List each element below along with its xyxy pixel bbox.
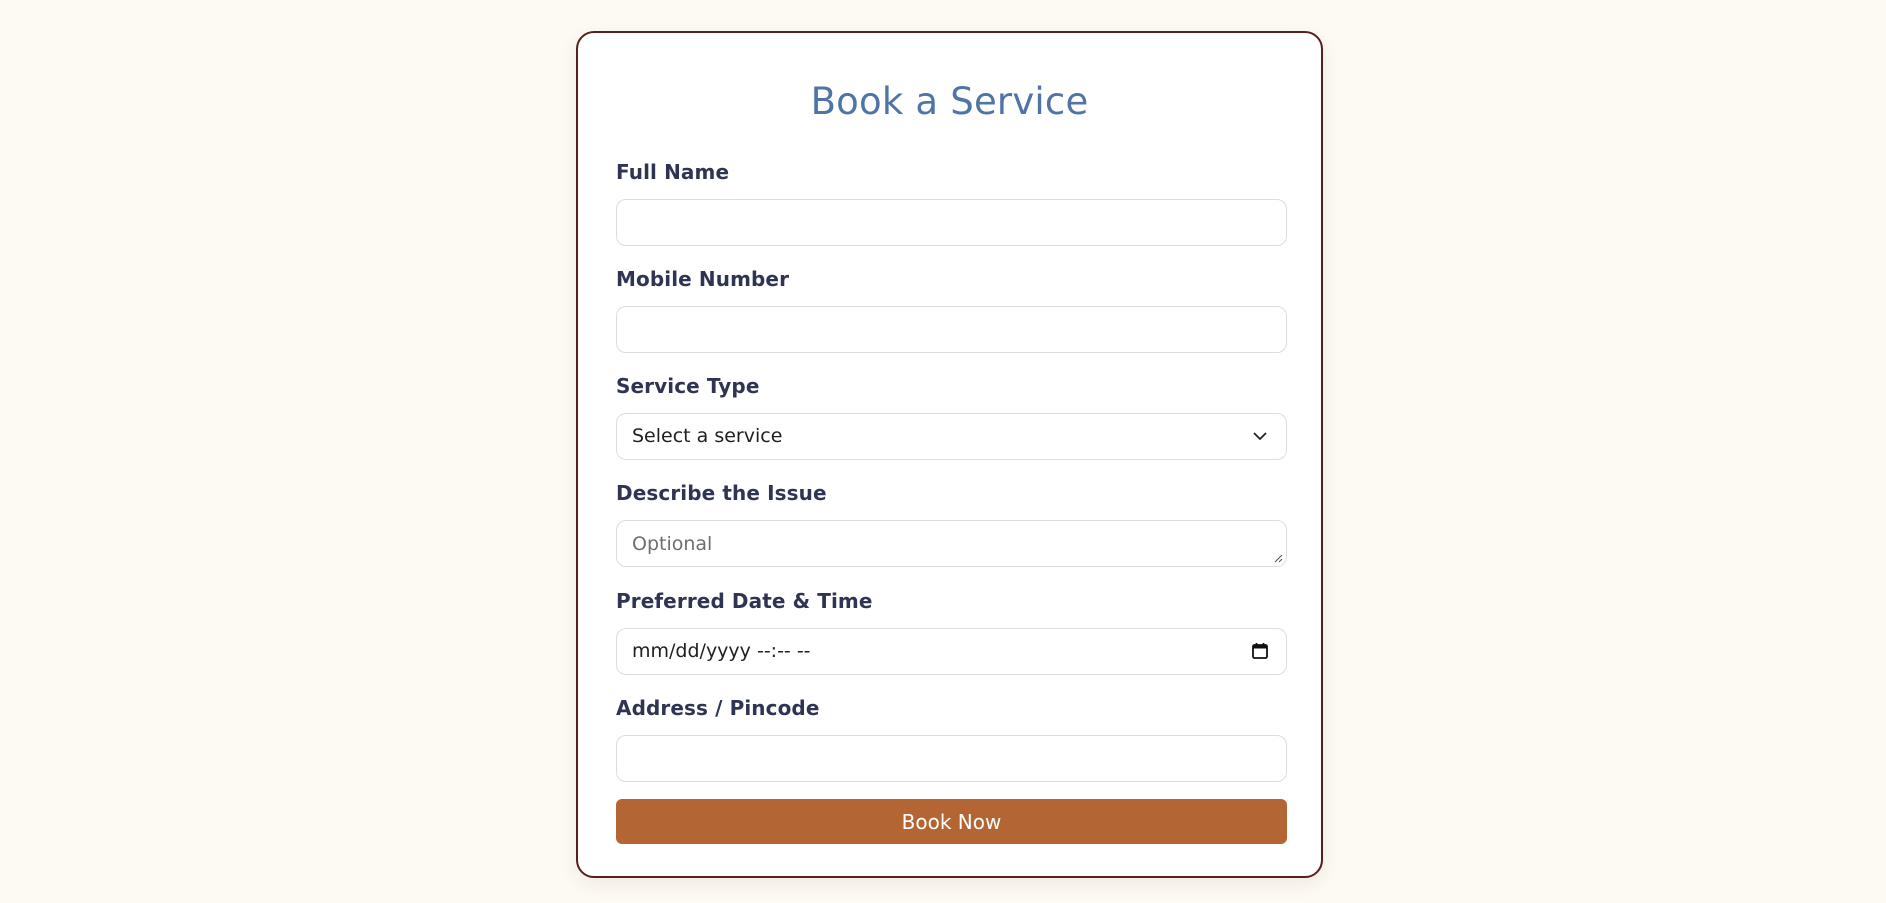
service-type-group: Service Type Select a service (616, 374, 1287, 460)
datetime-group: Preferred Date & Time mm/dd/yyyy --:-- -… (616, 589, 1287, 675)
service-type-selected-value: Select a service (632, 425, 783, 447)
issue-textarea[interactable] (617, 521, 1286, 566)
address-group: Address / Pincode (616, 696, 1287, 782)
mobile-number-wrapper (616, 306, 1287, 353)
issue-group: Describe the Issue (616, 481, 1287, 567)
booking-form-card: Book a Service Full Name Mobile Number S… (576, 31, 1323, 878)
full-name-input[interactable] (617, 200, 1286, 245)
address-label: Address / Pincode (616, 696, 820, 720)
datetime-label: Preferred Date & Time (616, 589, 873, 613)
full-name-label: Full Name (616, 160, 730, 184)
full-name-group: Full Name (616, 160, 1287, 246)
form-title: Book a Service (810, 80, 1089, 123)
service-type-label: Service Type (616, 374, 760, 398)
chevron-down-icon (1253, 432, 1267, 440)
service-type-select[interactable]: Select a service (616, 413, 1287, 460)
address-input[interactable] (617, 736, 1286, 781)
mobile-number-input[interactable] (617, 307, 1286, 352)
resize-handle-icon[interactable] (1273, 553, 1283, 563)
mobile-number-group: Mobile Number (616, 267, 1287, 353)
full-name-wrapper (616, 199, 1287, 246)
mobile-number-label: Mobile Number (616, 267, 790, 291)
datetime-display: mm/dd/yyyy --:-- -- (632, 640, 811, 662)
issue-wrapper (616, 520, 1287, 567)
calendar-icon[interactable] (1250, 641, 1270, 661)
address-wrapper (616, 735, 1287, 782)
book-now-button[interactable]: Book Now (616, 799, 1287, 844)
datetime-input[interactable]: mm/dd/yyyy --:-- -- (616, 628, 1287, 675)
issue-label: Describe the Issue (616, 481, 827, 505)
